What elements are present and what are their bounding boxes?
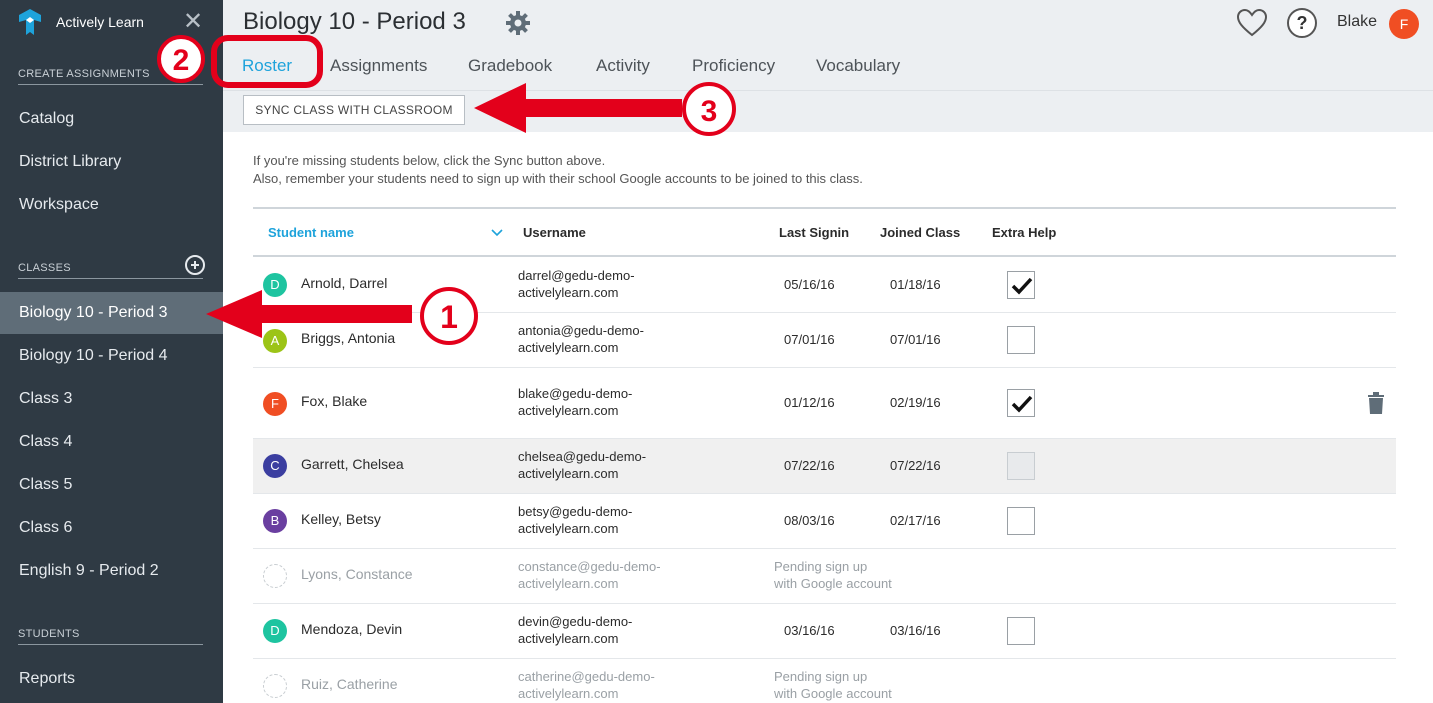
annotation-number-3: 3 — [701, 95, 718, 128]
annotation-number-2: 2 — [173, 44, 190, 77]
annotation-arrow-3: 3 — [474, 82, 736, 136]
annotation-arrow-1: 1 — [206, 287, 478, 345]
tutorial-annotations: 1 2 3 — [157, 35, 736, 345]
annotation-circle-2: 2 — [157, 35, 323, 88]
annotation-number-1: 1 — [440, 299, 458, 335]
